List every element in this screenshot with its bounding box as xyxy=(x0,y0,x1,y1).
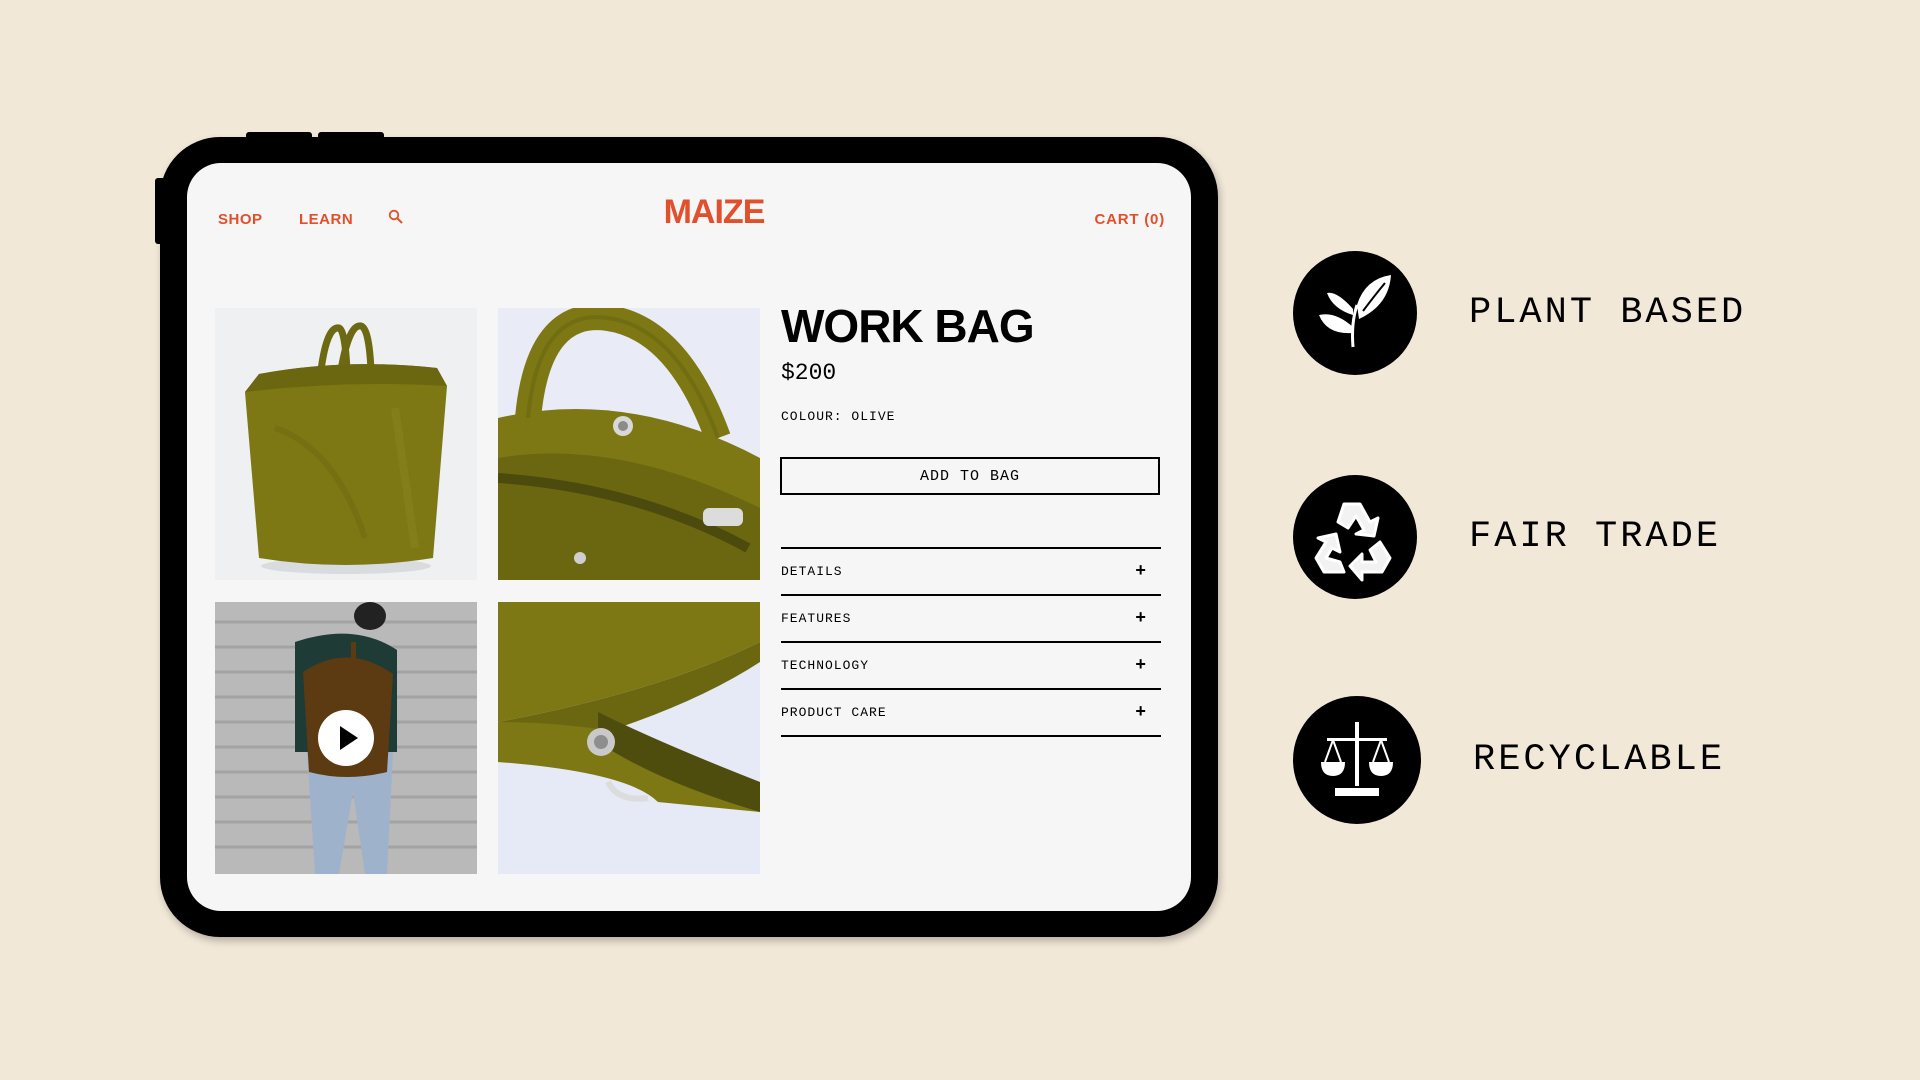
product-price: $200 xyxy=(781,360,837,386)
play-icon[interactable] xyxy=(318,710,374,766)
accordion-label: FEATURES xyxy=(781,611,852,626)
feature-label: PLANT BASED xyxy=(1469,292,1747,334)
accordion-product-care[interactable]: PRODUCT CARE + xyxy=(781,688,1161,737)
search-icon[interactable] xyxy=(388,209,404,225)
plus-icon[interactable]: + xyxy=(1135,656,1161,676)
nav-learn-link[interactable]: LEARN xyxy=(299,211,353,228)
feature-label: RECYCLABLE xyxy=(1473,739,1726,781)
recycle-icon xyxy=(1293,475,1417,599)
product-colour: COLOUR: OLIVE xyxy=(781,409,896,424)
feature-label: FAIR TRADE xyxy=(1469,516,1722,558)
add-to-bag-button[interactable]: ADD TO BAG xyxy=(780,457,1160,495)
bag-top-detail-photo[interactable] xyxy=(498,308,760,580)
scale-icon xyxy=(1293,696,1421,824)
product-accordion: DETAILS + FEATURES + TECHNOLOGY + PRODUC… xyxy=(781,547,1161,737)
leaf-icon xyxy=(1293,251,1417,375)
accordion-label: TECHNOLOGY xyxy=(781,658,870,673)
tablet-screen: SHOP LEARN MAIZE CART (0) WORK BAG $200 … xyxy=(187,163,1191,911)
accordion-details[interactable]: DETAILS + xyxy=(781,547,1161,594)
product-title: WORK BAG xyxy=(781,300,1035,352)
bag-front-photo[interactable] xyxy=(215,308,477,580)
maize-logo[interactable]: MAIZE xyxy=(648,193,780,232)
plus-icon[interactable]: + xyxy=(1135,703,1161,723)
feature-recyclable: RECYCLABLE xyxy=(1293,696,1725,824)
plus-icon[interactable]: + xyxy=(1135,562,1161,582)
accordion-label: PRODUCT CARE xyxy=(781,705,887,720)
bag-video-thumbnail[interactable] xyxy=(215,602,477,874)
bag-strap-detail-photo[interactable] xyxy=(498,602,760,874)
accordion-label: DETAILS xyxy=(781,564,843,579)
feature-plant-based: PLANT BASED xyxy=(1293,251,1746,375)
accordion-features[interactable]: FEATURES + xyxy=(781,594,1161,641)
accordion-technology[interactable]: TECHNOLOGY + xyxy=(781,641,1161,688)
tablet-device: SHOP LEARN MAIZE CART (0) WORK BAG $200 … xyxy=(160,137,1218,937)
nav-shop-link[interactable]: SHOP xyxy=(218,211,263,228)
cart-link[interactable]: CART (0) xyxy=(1094,211,1165,228)
feature-fair-trade: FAIR TRADE xyxy=(1293,475,1721,599)
plus-icon[interactable]: + xyxy=(1135,609,1161,629)
